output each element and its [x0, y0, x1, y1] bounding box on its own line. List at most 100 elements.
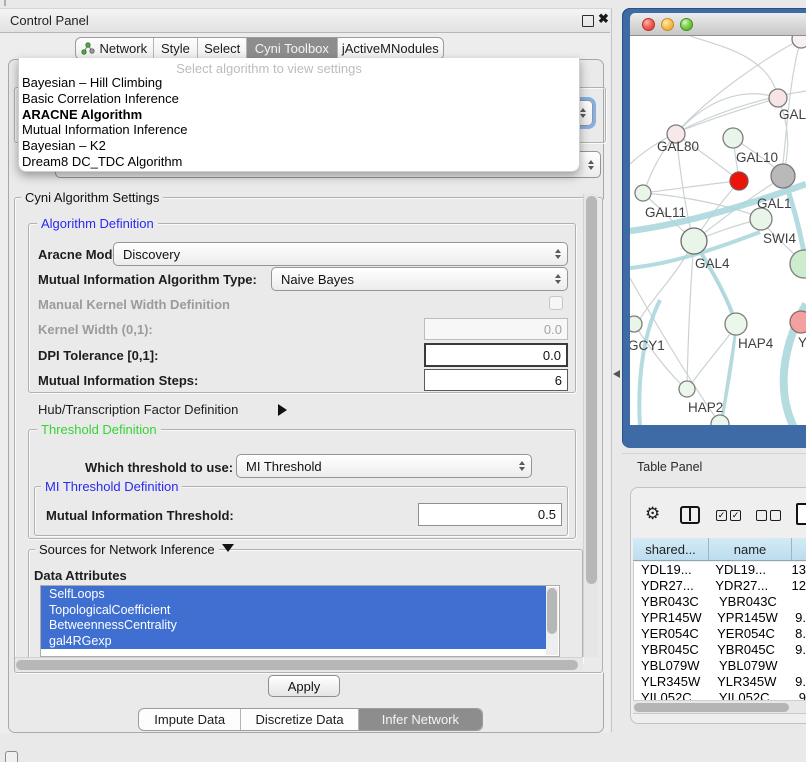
- mi-algorithm-type-combo[interactable]: Naive Bayes: [271, 267, 568, 291]
- tab-jactivemnodules[interactable]: jActiveMNodules: [337, 38, 443, 59]
- sources-title: Sources for Network Inference: [35, 542, 219, 557]
- tab-infer-network-label: Infer Network: [382, 712, 459, 727]
- network-node-gray[interactable]: [771, 164, 795, 188]
- minimize-traffic-light[interactable]: [661, 18, 674, 31]
- columns-icon[interactable]: [680, 506, 700, 524]
- apply-button[interactable]: Apply: [268, 675, 340, 697]
- list-scrollbar-thumb[interactable]: [547, 588, 557, 634]
- column-header-shared[interactable]: shared...: [633, 538, 709, 561]
- document-icon[interactable]: [796, 503, 806, 525]
- collapsed-panel-icon[interactable]: [5, 751, 18, 762]
- settings-vscrollbar-thumb[interactable]: [586, 196, 597, 584]
- mi-threshold-field[interactable]: 0.5: [418, 503, 562, 526]
- network-node-gal1[interactable]: [750, 208, 772, 230]
- table-hscrollbar-track[interactable]: [633, 700, 806, 713]
- dropdown-item-aracne[interactable]: ARACNE Algorithm: [22, 107, 187, 123]
- dpi-tolerance-field[interactable]: 0.0: [424, 343, 568, 367]
- settings-hscrollbar-track[interactable]: [15, 657, 583, 671]
- table-row[interactable]: YER054CYER054C8.: [634, 626, 806, 642]
- network-node-bottom-partial[interactable]: [711, 415, 729, 425]
- cell-shared: YER054C: [634, 626, 709, 642]
- tab-impute-data[interactable]: Impute Data: [139, 709, 240, 730]
- hub-expand-arrow-icon[interactable]: [278, 404, 287, 416]
- settings-vscrollbar-track[interactable]: [583, 194, 598, 657]
- tab-style[interactable]: Style: [153, 38, 198, 59]
- table-row[interactable]: YDR27...YDR27...12: [634, 578, 806, 594]
- combo-stepper-icon: [588, 152, 594, 177]
- column-header-extra[interactable]: [792, 538, 806, 561]
- mi-steps-field[interactable]: 6: [424, 369, 568, 391]
- cell-extra: 8.: [790, 626, 806, 642]
- network-node-gcy1[interactable]: [630, 316, 642, 332]
- tab-network[interactable]: Network: [76, 38, 153, 59]
- cell-extra: 9.: [790, 674, 806, 690]
- network-node-gal-pink[interactable]: [769, 89, 787, 107]
- settings-hscrollbar-thumb[interactable]: [16, 660, 578, 670]
- table-row[interactable]: YBR043CYBR043C: [634, 594, 806, 610]
- table-row[interactable]: YLR345WYLR345W9.: [634, 674, 806, 690]
- tab-select[interactable]: Select: [197, 38, 246, 59]
- zoom-traffic-light[interactable]: [680, 18, 693, 31]
- tab-discretize-data[interactable]: Discretize Data: [240, 709, 357, 730]
- column-header-name[interactable]: name: [709, 538, 792, 561]
- network-node-gal11[interactable]: [635, 185, 651, 201]
- list-item-selfloops[interactable]: SelfLoops: [41, 586, 546, 602]
- table-row[interactable]: YDL19...YDL19...13: [634, 562, 806, 578]
- screen: Control Panel ✖ Network Style Select Cyn…: [0, 0, 806, 762]
- select-all-columns-icon[interactable]: ✓ ✓: [716, 510, 741, 521]
- panel-divider[interactable]: [611, 8, 612, 732]
- network-node-hap4[interactable]: [725, 313, 747, 335]
- network-canvas[interactable]: GAL GAL80 GAL10 GAL11 GAL1 SWI4 GAL4 GCY…: [630, 36, 806, 425]
- table-hscrollbar-thumb[interactable]: [634, 703, 789, 712]
- cell-extra: 12: [787, 578, 806, 594]
- dropdown-item-dream8[interactable]: Dream8 DC_TDC Algorithm: [22, 154, 187, 170]
- dropdown-item-basic-correlation[interactable]: Basic Correlation Inference: [22, 91, 187, 107]
- gear-icon[interactable]: ⚙: [645, 504, 660, 524]
- dropdown-item-mutual-information[interactable]: Mutual Information Inference: [22, 122, 187, 138]
- list-scrollbar-track[interactable]: [546, 587, 558, 655]
- table-row[interactable]: YPR145WYPR145W9.: [634, 610, 806, 626]
- list-item-betweennesscentrality[interactable]: BetweennessCentrality: [41, 618, 546, 634]
- network-node-red[interactable]: [730, 172, 748, 190]
- network-node-gal4[interactable]: [681, 228, 707, 254]
- node-label: GAL80: [657, 139, 699, 154]
- network-node-top-partial[interactable]: [792, 36, 806, 48]
- deselect-all-columns-icon[interactable]: [756, 510, 781, 521]
- which-threshold-combo[interactable]: MI Threshold: [236, 454, 532, 478]
- cell-shared: YLR345W: [634, 674, 709, 690]
- which-threshold-value: MI Threshold: [246, 459, 322, 474]
- tab-infer-network[interactable]: Infer Network: [358, 709, 482, 730]
- network-node-salmon[interactable]: [790, 311, 806, 333]
- mi-algorithm-type-value: Naive Bayes: [281, 272, 354, 287]
- close-traffic-light[interactable]: [642, 18, 655, 31]
- tab-discretize-data-label: Discretize Data: [255, 712, 343, 727]
- control-panel-window: Control Panel ✖ Network Style Select Cyn…: [0, 8, 610, 733]
- cell-extra: [794, 594, 799, 610]
- tab-style-label: Style: [161, 41, 190, 56]
- list-item-gal4rgexp[interactable]: gal4RGexp: [41, 633, 546, 649]
- dropdown-item-bayesian-hill-climbing[interactable]: Bayesian – Hill Climbing: [22, 75, 187, 91]
- close-icon[interactable]: ✖: [598, 11, 609, 27]
- network-window-titlebar[interactable]: [630, 13, 806, 36]
- table-row[interactable]: YIL052CYIL052C9: [634, 690, 806, 700]
- list-item-topologicalcoefficient[interactable]: TopologicalCoefficient: [41, 602, 546, 618]
- aracne-mode-combo[interactable]: Discovery: [113, 242, 568, 266]
- manual-kernel-width-checkbox[interactable]: [549, 296, 563, 310]
- network-node-gal10[interactable]: [723, 128, 743, 148]
- kernel-width-field[interactable]: 0.0: [424, 318, 568, 340]
- aracne-mode-label: Aracne Mode:: [38, 247, 124, 262]
- mouse-cursor: [613, 370, 620, 378]
- table-row[interactable]: YBR045CYBR045C9.: [634, 642, 806, 658]
- control-panel-titlebar: Control Panel ✖: [0, 9, 610, 33]
- network-node-hap2[interactable]: [679, 381, 695, 397]
- sources-collapse-arrow-icon[interactable]: [222, 544, 234, 552]
- cyni-algorithm-settings-title: Cyni Algorithm Settings: [21, 190, 163, 205]
- control-panel-tabs: Network Style Select Cyni Toolbox jActiv…: [75, 37, 444, 60]
- float-icon[interactable]: [582, 15, 594, 27]
- network-node-swi4[interactable]: [790, 250, 806, 278]
- table-row[interactable]: YBL079WYBL079W: [634, 658, 806, 674]
- dropdown-item-bayesian-k2[interactable]: Bayesian – K2: [22, 138, 187, 154]
- tab-cyni-toolbox[interactable]: Cyni Toolbox: [246, 38, 337, 59]
- table-body[interactable]: YDL19...YDL19...13 YDR27...YDR27...12 YB…: [633, 562, 806, 700]
- data-attributes-list[interactable]: SelfLoops TopologicalCoefficient Between…: [40, 585, 560, 657]
